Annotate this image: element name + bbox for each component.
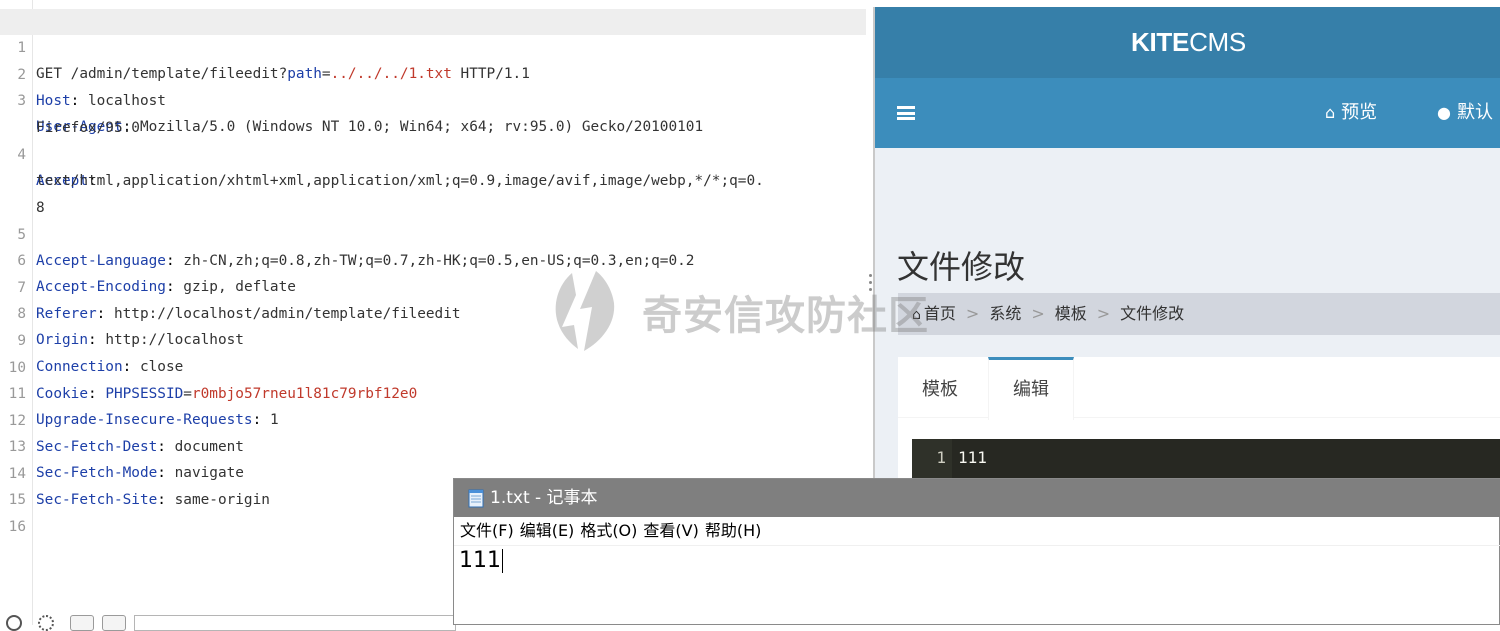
- breadcrumb-template[interactable]: 模板: [1055, 304, 1087, 323]
- header-line-accept[interactable]: 4 Accept:: [0, 116, 866, 189]
- breadcrumb-separator: >: [965, 304, 980, 323]
- logo-rest: CMS: [1189, 27, 1246, 57]
- notepad-content: 111: [459, 548, 501, 573]
- globe-icon: ●: [1437, 103, 1451, 122]
- menu-view[interactable]: 查看(V): [643, 521, 698, 540]
- header-line-origin[interactable]: 8 Origin: http://localhost: [0, 275, 866, 348]
- header-line-accept-wrap-2[interactable]: 8: [0, 169, 866, 216]
- kitecms-navbar: ⌂ 预览 ● 默认: [875, 78, 1500, 148]
- notepad-text-area[interactable]: 111: [459, 545, 503, 577]
- logo-bold: KITE: [1131, 27, 1190, 57]
- help-icon[interactable]: [6, 615, 22, 631]
- header-line-upgrade-insecure-requests[interactable]: 11 Upgrade-Insecure-Requests: 1: [0, 355, 866, 428]
- kitecms-logo-bar: KITECMS: [875, 7, 1500, 78]
- request-line[interactable]: 1 GET /admin/template/fileedit?path=../.…: [0, 9, 866, 82]
- tab-bar: 模板 编辑: [898, 357, 1500, 420]
- tab-edit[interactable]: 编辑: [988, 357, 1074, 420]
- nav-default-label: 默认: [1456, 102, 1493, 123]
- breadcrumb-system[interactable]: 系统: [989, 304, 1021, 323]
- nav-preview-label: 预览: [1341, 102, 1378, 123]
- header-line-accept-encoding[interactable]: 6 Accept-Encoding: gzip, deflate: [0, 222, 866, 295]
- gear-icon[interactable]: [38, 615, 54, 631]
- nav-preview[interactable]: ⌂ 预览: [1325, 78, 1377, 148]
- breadcrumb: ⌂ 首页 > 系统 > 模板 > 文件修改: [898, 293, 1500, 335]
- line-number: 16: [8, 519, 26, 535]
- code-line-number: 1: [912, 439, 952, 479]
- menu-toggle-icon[interactable]: [897, 106, 915, 120]
- next-button[interactable]: [102, 615, 126, 631]
- page-title: 文件修改: [897, 248, 1026, 286]
- header-line-referer[interactable]: 7 Referer: http://localhost/admin/templa…: [0, 249, 866, 322]
- kitecms-logo[interactable]: KITECMS: [875, 7, 1500, 78]
- search-input[interactable]: [134, 615, 456, 631]
- breadcrumb-current: 文件修改: [1120, 304, 1185, 323]
- notepad-icon: [468, 489, 484, 508]
- code-content[interactable]: 111: [958, 439, 987, 477]
- header-line-sec-fetch-site[interactable]: 14 Sec-Fetch-Site: same-origin: [0, 435, 866, 508]
- header-line-accept-language[interactable]: 5 Accept-Language: zh-CN,zh;q=0.8,zh-TW;…: [0, 196, 866, 269]
- text-caret: [502, 549, 503, 573]
- breadcrumb-separator: >: [1031, 304, 1045, 323]
- home-icon: ⌂: [1325, 103, 1336, 122]
- notepad-title-bar[interactable]: 1.txt - 记事本: [454, 479, 1500, 517]
- notepad-title: 1.txt - 记事本: [490, 488, 598, 508]
- menu-edit[interactable]: 编辑(E): [520, 521, 575, 540]
- header-line-accept-wrap-1[interactable]: text/html,application/xhtml+xml,applicat…: [0, 142, 866, 189]
- tab-template[interactable]: 模板: [898, 357, 982, 417]
- menu-format[interactable]: 格式(O): [580, 521, 637, 540]
- header-line-user-agent-wrap[interactable]: Firefox/95.0: [0, 89, 866, 136]
- menu-file[interactable]: 文件(F): [460, 521, 514, 540]
- code-editor[interactable]: 1 111: [912, 439, 1500, 479]
- previous-button[interactable]: [70, 615, 94, 631]
- nav-default[interactable]: ● 默认: [1437, 78, 1493, 148]
- header-line-user-agent[interactable]: 3 User-Agent: Mozilla/5.0 (Windows NT 10…: [0, 62, 866, 135]
- menu-help[interactable]: 帮助(H): [705, 521, 762, 540]
- header-line-connection[interactable]: 9 Connection: close: [0, 302, 866, 375]
- header-line-sec-fetch-mode[interactable]: 13 Sec-Fetch-Mode: navigate: [0, 408, 866, 481]
- header-line-sec-fetch-dest[interactable]: 12 Sec-Fetch-Dest: document: [0, 382, 866, 455]
- breadcrumb-separator: >: [1096, 304, 1111, 323]
- home-icon: ⌂: [912, 307, 921, 323]
- notepad-menu-bar: 文件(F) 编辑(E) 格式(O) 查看(V) 帮助(H): [454, 517, 1500, 546]
- header-line-host[interactable]: 2 Host: localhost: [0, 36, 866, 109]
- notepad-window[interactable]: 1.txt - 记事本 文件(F) 编辑(E) 格式(O) 查看(V) 帮助(H) 11…: [453, 478, 1500, 625]
- breadcrumb-home[interactable]: 首页: [924, 304, 956, 323]
- header-line-cookie[interactable]: 10 Cookie: PHPSESSID=r0mbjo57rneu1l81c79…: [0, 329, 866, 402]
- editor-search-bar: [0, 612, 460, 631]
